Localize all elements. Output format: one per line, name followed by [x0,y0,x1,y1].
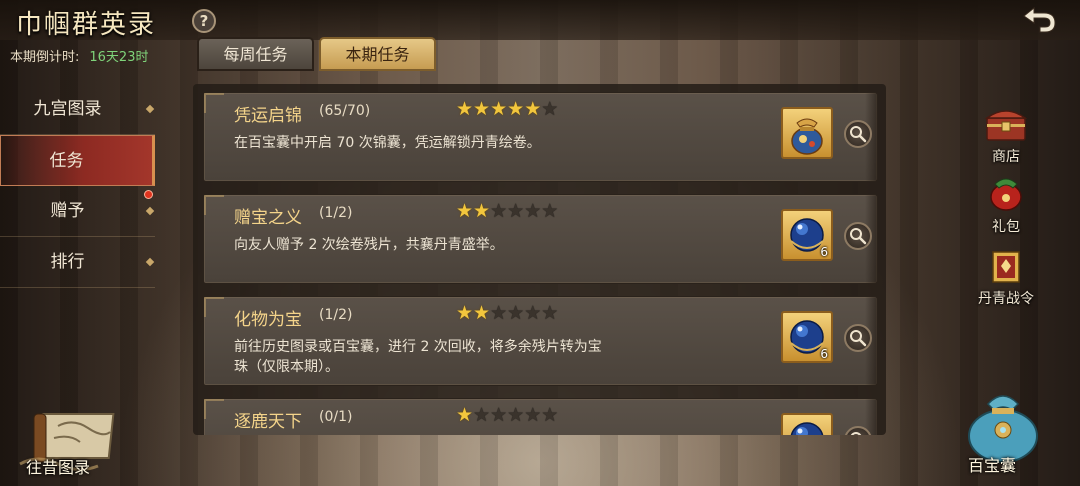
reward-slot[interactable] [781,413,833,435]
task-card: 凭运启锦 (65/70) ★★★★★★ 在百宝囊中开启 70 次锦囊，凭运解锁丹… [203,92,878,182]
gift-pack-label: 礼包 [992,219,1020,235]
star-rating: ★★★★★★ [456,98,558,120]
magnify-button[interactable] [844,426,872,435]
nav-item-ranking[interactable]: 排行 [0,237,155,288]
star-empty-icon: ★ [541,302,559,324]
task-card: 赠宝之义 (1/2) ★★★★★★ 向友人赠予 2 次绘卷残片，共襄丹青盛举。 … [203,194,878,284]
left-nav: 九宫图录 任务 赠予 排行 [0,84,155,288]
task-name: 赠宝之义 [234,208,302,228]
star-rating: ★★★★★★ [456,200,558,222]
tab-weekly-tasks[interactable]: 每周任务 [197,37,314,71]
star-empty-icon: ★ [541,200,559,222]
brocade-bag-icon [791,118,823,155]
star-filled-icon: ★ [524,98,542,120]
countdown: 本期倒计时: 16天23时 [10,46,148,65]
magnify-icon [850,330,867,347]
task-progress: (65/70) [319,103,371,119]
nav-item-label: 任务 [49,151,84,171]
star-filled-icon: ★ [456,200,474,222]
task-progress: (1/2) [319,205,353,221]
help-icon[interactable]: ? [192,9,216,33]
task-card: 化物为宝 (1/2) ★★★★★★ 前往历史图录或百宝囊，进行 2 次回收，将多… [203,296,878,386]
task-name: 化物为宝 [234,310,302,330]
star-empty-icon: ★ [507,404,525,426]
treasure-bag-button[interactable]: 百宝囊 [960,386,1050,482]
diamond-icon [145,206,155,216]
magnify-button[interactable] [844,324,872,352]
reward-slot[interactable]: 6 [781,209,833,261]
star-empty-icon: ★ [473,404,491,426]
star-filled-icon: ★ [490,98,508,120]
nav-item-label: 排行 [50,252,85,272]
star-empty-icon: ★ [541,98,559,120]
shop-label: 商店 [992,149,1020,165]
magnify-icon [850,432,862,435]
star-empty-icon: ★ [524,404,542,426]
tab-season-tasks[interactable]: 本期任务 [319,37,436,71]
star-empty-icon: ★ [541,404,559,426]
magnify-button[interactable] [844,222,872,250]
magnify-icon [850,228,867,245]
diamond-icon [145,257,155,267]
task-progress: (1/2) [319,307,353,323]
back-arrow-icon[interactable] [1018,4,1060,36]
nav-item-tasks[interactable]: 任务 [0,135,155,186]
star-filled-icon: ★ [456,404,474,426]
gift-pack-button[interactable]: 礼包 [971,176,1041,236]
magnify-icon [850,126,867,143]
top-bar: 巾帼群英录 ? [0,0,1080,40]
reward-slot[interactable] [781,107,833,159]
nav-item-label: 九宫图录 [33,99,102,119]
task-name: 逐鹿天下 [234,412,302,432]
task-list[interactable]: 凭运启锦 (65/70) ★★★★★★ 在百宝囊中开启 70 次锦囊，凭运解锁丹… [193,84,886,435]
task-description: 前往历史图录或百宝囊，进行 2 次回收，将多余残片转为宝珠（仅限本期）。 [234,339,602,375]
magnify-button[interactable] [844,120,872,148]
star-rating: ★★★★★★ [456,404,558,426]
battle-pass-label: 丹青战令 [978,291,1034,307]
reward-count: 6 [820,347,828,361]
gift-pack-icon [990,178,1022,211]
blue-pearl-icon [790,422,824,435]
star-filled-icon: ★ [473,98,491,120]
battle-pass-icon [992,251,1020,283]
shop-chest-icon [984,110,1028,141]
archive-label: 往昔图录 [26,458,91,477]
task-name: 凭运启锦 [234,106,302,126]
notification-dot-icon [144,190,153,199]
countdown-label: 本期倒计时: [10,50,80,65]
nav-item-gift[interactable]: 赠予 [0,186,155,237]
star-empty-icon: ★ [524,200,542,222]
reward-count: 6 [820,245,828,259]
task-progress: (0/1) [319,409,353,425]
shop-button[interactable]: 商店 [971,104,1041,166]
star-empty-icon: ★ [490,302,508,324]
star-empty-icon: ★ [490,404,508,426]
treasure-bag-label: 百宝囊 [968,456,1017,475]
countdown-value: 16天23时 [89,50,149,65]
star-filled-icon: ★ [456,98,474,120]
star-empty-icon: ★ [524,302,542,324]
battle-pass-button[interactable]: 丹青战令 [971,248,1041,308]
star-empty-icon: ★ [490,200,508,222]
archive-button[interactable]: 往昔图录 [18,408,138,484]
star-filled-icon: ★ [456,302,474,324]
task-description: 向友人赠予 2 次绘卷残片，共襄丹青盛举。 [234,237,504,253]
reward-slot[interactable]: 6 [781,311,833,363]
diamond-icon [145,104,155,114]
star-empty-icon: ★ [507,200,525,222]
star-filled-icon: ★ [507,98,525,120]
star-rating: ★★★★★★ [456,302,558,324]
star-filled-icon: ★ [473,302,491,324]
page-title: 巾帼群英录 [16,10,157,40]
nav-item-nine-palace[interactable]: 九宫图录 [0,84,155,135]
star-empty-icon: ★ [507,302,525,324]
task-description: 在百宝囊中开启 70 次锦囊，凭运解锁丹青绘卷。 [234,135,541,151]
nav-item-label: 赠予 [50,201,85,221]
star-filled-icon: ★ [473,200,491,222]
task-card: 逐鹿天下 (0/1) ★★★★★★ [203,398,878,435]
